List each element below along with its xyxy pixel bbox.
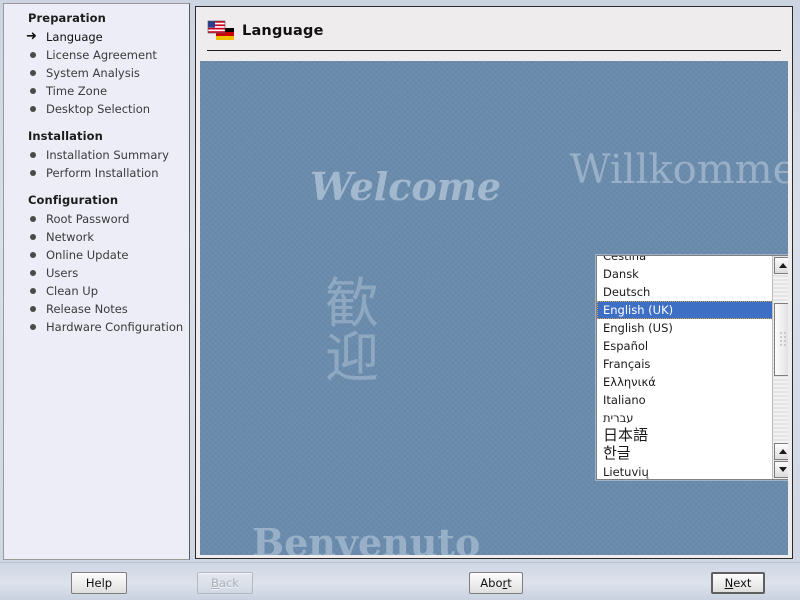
us-de-flags-icon <box>207 20 234 40</box>
bullet-icon <box>30 270 36 276</box>
sidebar-item-hardware-configuration[interactable]: Hardware Configuration <box>4 318 189 336</box>
wallpaper-cjk-line2: 迎 <box>325 326 379 389</box>
bullet-icon <box>30 170 36 176</box>
sidebar-item-language[interactable]: ➜ Language <box>4 28 189 46</box>
sidebar-item-label: Root Password <box>46 212 130 226</box>
back-button-label: Back <box>211 576 239 590</box>
arrow-right-icon: ➜ <box>26 29 37 44</box>
sidebar-item-network[interactable]: Network <box>4 228 189 246</box>
scroll-down-button[interactable] <box>774 461 788 478</box>
wallpaper-word-welcome: Welcome <box>310 164 502 209</box>
sidebar-item-label: Online Update <box>46 248 129 262</box>
scroll-up-button[interactable] <box>774 257 788 274</box>
sidebar-item-label: Perform Installation <box>46 166 159 180</box>
list-item-selected[interactable]: English (UK) <box>597 301 773 319</box>
bullet-icon <box>30 88 36 94</box>
wallpaper-cjk-line1: 歓 <box>325 272 379 335</box>
list-item[interactable]: Español <box>597 337 773 355</box>
sidebar-item-users[interactable]: Users <box>4 264 189 282</box>
language-list-viewport: Čeština Dansk Deutsch English (UK) Engli… <box>597 256 773 479</box>
list-item[interactable]: Lietuvių <box>597 463 773 479</box>
grip-icon <box>779 331 788 347</box>
next-button[interactable]: Next <box>711 572 765 594</box>
bullet-icon <box>30 234 36 240</box>
abort-button[interactable]: Abort <box>469 572 523 594</box>
arrow-up-icon <box>778 263 787 268</box>
list-item[interactable]: 한글 <box>597 445 773 463</box>
next-button-label: Next <box>724 576 752 590</box>
sidebar-item-label: Time Zone <box>46 84 108 98</box>
abort-button-label: Abort <box>480 576 512 590</box>
list-item[interactable]: English (US) <box>597 319 773 337</box>
sidebar-item-desktop-selection[interactable]: Desktop Selection <box>4 100 189 118</box>
wallpaper-word-benvenuto: Benvenuto <box>252 520 481 555</box>
page-title: Language <box>242 23 324 39</box>
main-panel: Language Willkommen Welcome 歓 迎 Benvenut… <box>195 6 793 559</box>
sidebar-item-label: Network <box>46 230 95 244</box>
bullet-icon <box>30 306 36 312</box>
sidebar-item-license-agreement[interactable]: License Agreement <box>4 46 189 64</box>
bullet-icon <box>30 70 36 76</box>
help-button[interactable]: Help <box>71 572 127 594</box>
sidebar-item-release-notes[interactable]: Release Notes <box>4 300 189 318</box>
sidebar-item-label: Release Notes <box>46 302 128 316</box>
sidebar-item-label: Hardware Configuration <box>46 320 184 334</box>
sidebar-item-perform-installation[interactable]: Perform Installation <box>4 164 189 182</box>
arrow-up-icon <box>778 449 787 454</box>
back-button: Back <box>197 572 253 594</box>
panel-header: Language <box>196 7 792 54</box>
wallpaper-word-willkommen: Willkommen <box>569 147 788 193</box>
wizard-button-bar: Help Back Abort Next <box>0 562 800 600</box>
language-list-items: Čeština Dansk Deutsch English (UK) Engli… <box>597 256 773 479</box>
sidebar-heading-preparation: Preparation <box>28 11 106 25</box>
sidebar-item-label: Installation Summary <box>46 148 169 162</box>
wallpaper-word-chinese: 歓 迎 <box>325 277 379 385</box>
language-listbox[interactable]: Čeština Dansk Deutsch English (UK) Engli… <box>596 255 788 480</box>
sidebar-item-label: Clean Up <box>46 284 99 298</box>
arrow-down-icon <box>778 467 787 472</box>
language-list-scrollbar[interactable] <box>772 256 788 479</box>
sidebar-item-label: Desktop Selection <box>46 102 151 116</box>
bullet-icon <box>30 152 36 158</box>
list-item[interactable]: Deutsch <box>597 283 773 301</box>
sidebar-item-system-analysis[interactable]: System Analysis <box>4 64 189 82</box>
sidebar-item-installation-summary[interactable]: Installation Summary <box>4 146 189 164</box>
list-item[interactable]: Dansk <box>597 265 773 283</box>
sidebar-item-clean-up[interactable]: Clean Up <box>4 282 189 300</box>
sidebar-item-label: Language <box>46 30 103 44</box>
list-item[interactable]: Čeština <box>597 256 773 265</box>
list-item[interactable]: עברית <box>597 409 773 427</box>
sidebar-item-label: Users <box>46 266 79 280</box>
bullet-icon <box>30 106 36 112</box>
bullet-icon <box>30 288 36 294</box>
list-item[interactable]: Italiano <box>597 391 773 409</box>
welcome-wallpaper: Willkommen Welcome 歓 迎 Benvenuto Čeština… <box>200 61 788 555</box>
bullet-icon <box>30 216 36 222</box>
steps-sidebar: Preparation ➜ Language License Agreement… <box>3 3 190 560</box>
sidebar-item-online-update[interactable]: Online Update <box>4 246 189 264</box>
sidebar-heading-configuration: Configuration <box>28 193 119 207</box>
sidebar-item-time-zone[interactable]: Time Zone <box>4 82 189 100</box>
list-item[interactable]: 日本語 <box>597 427 773 445</box>
bullet-icon <box>30 324 36 330</box>
installer-window: Preparation ➜ Language License Agreement… <box>0 0 800 600</box>
list-item[interactable]: Français <box>597 355 773 373</box>
scrollbar-thumb[interactable] <box>774 303 788 376</box>
list-item[interactable]: Ελληνικά <box>597 373 773 391</box>
bullet-icon <box>30 52 36 58</box>
sidebar-item-root-password[interactable]: Root Password <box>4 210 189 228</box>
header-divider <box>207 50 781 51</box>
sidebar-item-label: License Agreement <box>46 48 157 62</box>
sidebar-item-label: System Analysis <box>46 66 140 80</box>
bullet-icon <box>30 252 36 258</box>
help-button-label: Help <box>85 576 113 590</box>
sidebar-heading-installation: Installation <box>28 129 103 143</box>
scroll-up-button-secondary[interactable] <box>774 443 788 460</box>
